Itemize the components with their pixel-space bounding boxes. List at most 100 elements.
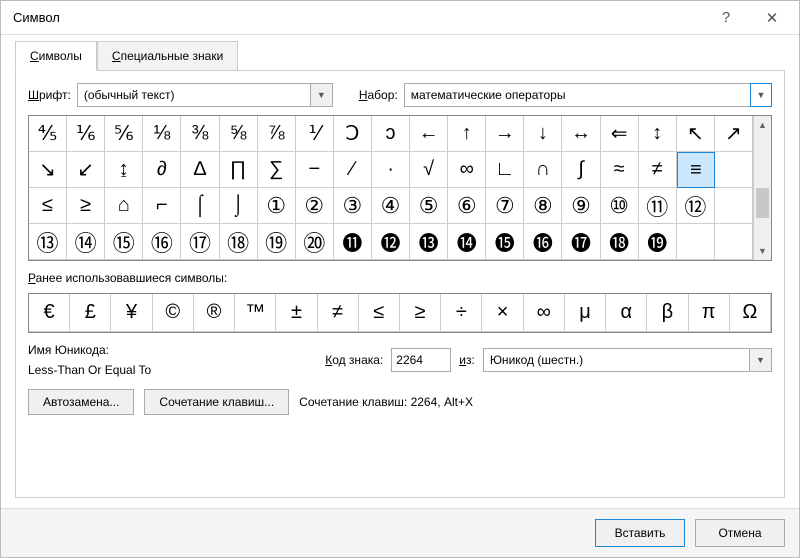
recent-symbol-cell[interactable]: ∞ bbox=[524, 294, 565, 332]
symbol-cell[interactable]: ⑭ bbox=[67, 224, 105, 260]
symbol-cell[interactable]: ⓰ bbox=[524, 224, 562, 260]
symbol-cell[interactable]: ≥ bbox=[67, 188, 105, 224]
recent-symbol-cell[interactable]: π bbox=[689, 294, 730, 332]
symbol-cell[interactable]: ⑪ bbox=[639, 188, 677, 224]
symbol-cell[interactable]: Ↄ bbox=[334, 116, 372, 152]
symbol-cell[interactable]: ⑧ bbox=[524, 188, 562, 224]
recent-symbol-cell[interactable]: ÷ bbox=[441, 294, 482, 332]
grid-scrollbar[interactable]: ▲ ▼ bbox=[753, 116, 771, 260]
tab-symbols[interactable]: Символы bbox=[15, 41, 97, 71]
symbol-cell[interactable]: ⅞ bbox=[258, 116, 296, 152]
symbol-cell[interactable]: ↓ bbox=[524, 116, 562, 152]
symbol-cell[interactable]: ∏ bbox=[220, 152, 258, 188]
symbol-cell[interactable]: ∩ bbox=[524, 152, 562, 188]
symbol-cell[interactable]: ⑤ bbox=[410, 188, 448, 224]
symbol-cell[interactable] bbox=[677, 224, 715, 260]
symbol-cell[interactable]: ⑫ bbox=[677, 188, 715, 224]
symbol-cell[interactable]: ⑲ bbox=[258, 224, 296, 260]
font-input[interactable] bbox=[77, 83, 333, 107]
recent-symbol-cell[interactable]: € bbox=[29, 294, 70, 332]
recent-symbol-cell[interactable]: α bbox=[606, 294, 647, 332]
from-input[interactable] bbox=[483, 348, 772, 372]
insert-button[interactable]: Вставить bbox=[595, 519, 685, 547]
symbol-cell[interactable]: ⑩ bbox=[601, 188, 639, 224]
help-button[interactable]: ? bbox=[703, 1, 749, 35]
symbol-cell[interactable]: ⌠ bbox=[181, 188, 219, 224]
symbol-cell[interactable]: ⑱ bbox=[220, 224, 258, 260]
scroll-up-icon[interactable]: ▲ bbox=[754, 116, 771, 134]
scroll-track[interactable] bbox=[754, 134, 771, 242]
symbol-cell[interactable]: ⅜ bbox=[181, 116, 219, 152]
symbol-cell[interactable]: ⓭ bbox=[410, 224, 448, 260]
symbol-cell[interactable]: ② bbox=[296, 188, 334, 224]
shortcut-key-button[interactable]: Сочетание клавиш... bbox=[144, 389, 289, 415]
recent-symbol-cell[interactable]: ± bbox=[276, 294, 317, 332]
symbol-cell[interactable]: √ bbox=[410, 152, 448, 188]
symbol-cell[interactable]: ↘ bbox=[29, 152, 67, 188]
symbol-cell[interactable]: ⌡ bbox=[220, 188, 258, 224]
symbol-cell[interactable]: ⑨ bbox=[562, 188, 600, 224]
recent-symbol-cell[interactable]: £ bbox=[70, 294, 111, 332]
symbol-cell[interactable]: ⓳ bbox=[639, 224, 677, 260]
symbol-cell[interactable]: ⅟ bbox=[296, 116, 334, 152]
symbol-cell[interactable]: ⅛ bbox=[143, 116, 181, 152]
symbol-cell[interactable]: ⑰ bbox=[181, 224, 219, 260]
symbol-cell[interactable]: ⇐ bbox=[601, 116, 639, 152]
recent-symbol-cell[interactable]: ¥ bbox=[111, 294, 152, 332]
symbol-cell[interactable]: ⑯ bbox=[143, 224, 181, 260]
symbol-cell[interactable]: ↑ bbox=[448, 116, 486, 152]
symbol-cell[interactable]: − bbox=[296, 152, 334, 188]
symbol-cell[interactable]: ⓫ bbox=[334, 224, 372, 260]
symbol-cell[interactable]: ≤ bbox=[29, 188, 67, 224]
symbol-cell[interactable]: ⓬ bbox=[372, 224, 410, 260]
symbol-cell[interactable]: ≡ bbox=[677, 152, 715, 188]
symbol-cell[interactable]: ↕ bbox=[639, 116, 677, 152]
tab-special-chars[interactable]: Специальные знаки bbox=[97, 41, 238, 71]
symbol-cell[interactable]: ∂ bbox=[143, 152, 181, 188]
symbol-cell[interactable]: ⓮ bbox=[448, 224, 486, 260]
scroll-down-icon[interactable]: ▼ bbox=[754, 242, 771, 260]
symbol-cell[interactable]: ← bbox=[410, 116, 448, 152]
symbol-cell[interactable]: ⌂ bbox=[105, 188, 143, 224]
character-code-input[interactable] bbox=[391, 348, 451, 372]
symbol-cell[interactable]: ↙ bbox=[67, 152, 105, 188]
recent-symbol-cell[interactable]: β bbox=[647, 294, 688, 332]
symbol-cell[interactable]: ↖ bbox=[677, 116, 715, 152]
symbol-cell[interactable]: ∑ bbox=[258, 152, 296, 188]
symbol-cell[interactable]: ∞ bbox=[448, 152, 486, 188]
symbol-cell[interactable]: ⅙ bbox=[67, 116, 105, 152]
symbol-cell[interactable]: ⑦ bbox=[486, 188, 524, 224]
chevron-down-icon[interactable]: ▼ bbox=[750, 83, 772, 107]
recent-symbol-cell[interactable]: ® bbox=[194, 294, 235, 332]
cancel-button[interactable]: Отмена bbox=[695, 519, 785, 547]
symbol-cell[interactable]: ⌐ bbox=[143, 188, 181, 224]
chevron-down-icon[interactable]: ▼ bbox=[310, 84, 332, 106]
autocorrect-button[interactable]: Автозамена... bbox=[28, 389, 134, 415]
symbol-cell[interactable]: ≈ bbox=[601, 152, 639, 188]
symbol-cell[interactable]: ≠ bbox=[639, 152, 677, 188]
chevron-down-icon[interactable]: ▼ bbox=[749, 349, 771, 371]
symbol-cell[interactable]: ⑮ bbox=[105, 224, 143, 260]
symbol-cell[interactable]: ⓯ bbox=[486, 224, 524, 260]
symbol-cell[interactable]: → bbox=[486, 116, 524, 152]
subset-select[interactable]: ▼ bbox=[404, 83, 772, 107]
from-select[interactable]: ▼ bbox=[483, 348, 772, 372]
recent-symbol-cell[interactable]: ≥ bbox=[400, 294, 441, 332]
symbol-cell[interactable]: ⅘ bbox=[29, 116, 67, 152]
subset-input[interactable] bbox=[404, 83, 772, 107]
symbol-cell[interactable]: ∆ bbox=[181, 152, 219, 188]
close-button[interactable]: ✕ bbox=[749, 1, 795, 35]
symbol-cell[interactable]: ① bbox=[258, 188, 296, 224]
scroll-thumb[interactable] bbox=[756, 188, 769, 218]
recent-symbol-cell[interactable]: ™ bbox=[235, 294, 276, 332]
symbol-cell[interactable]: ⑳ bbox=[296, 224, 334, 260]
symbol-cell[interactable]: ④ bbox=[372, 188, 410, 224]
recent-symbol-cell[interactable]: ≤ bbox=[359, 294, 400, 332]
symbol-cell[interactable]: ⅚ bbox=[105, 116, 143, 152]
symbol-cell[interactable]: ⑥ bbox=[448, 188, 486, 224]
symbol-cell[interactable]: ↗ bbox=[715, 116, 753, 152]
symbol-cell[interactable]: ∙ bbox=[372, 152, 410, 188]
recent-symbol-cell[interactable]: × bbox=[482, 294, 523, 332]
symbol-cell[interactable]: ⑬ bbox=[29, 224, 67, 260]
symbol-cell[interactable]: ∕ bbox=[334, 152, 372, 188]
